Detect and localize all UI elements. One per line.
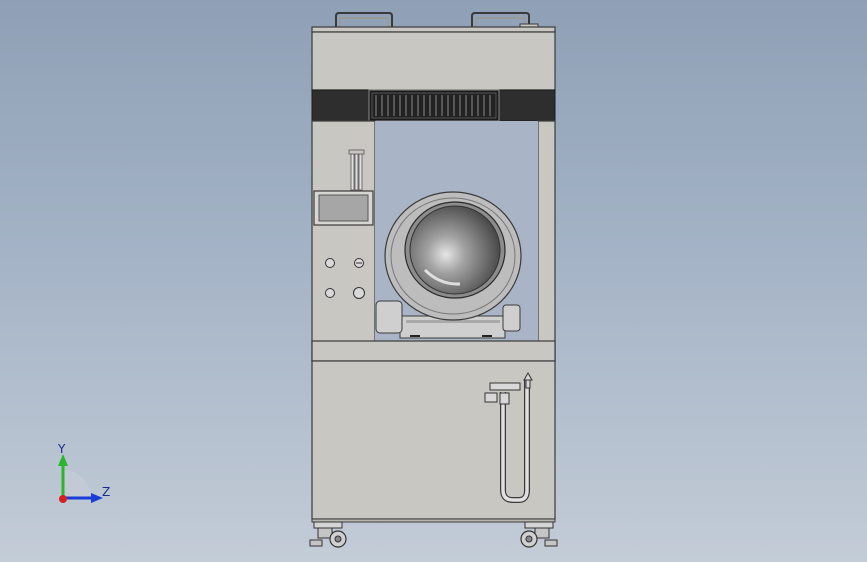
thermometer-probes (348, 149, 365, 191)
cad-viewport[interactable]: Y Z (0, 0, 867, 562)
mid-ledge (311, 340, 556, 362)
control-column (311, 120, 376, 362)
knob-top-right[interactable] (354, 258, 364, 268)
display-screen[interactable] (313, 190, 374, 226)
base-plate (311, 518, 556, 523)
cooking-machine-model[interactable] (0, 0, 867, 562)
upper-housing (311, 31, 556, 91)
knob-bottom-right[interactable] (353, 287, 365, 299)
z-axis-label: Z (102, 485, 111, 499)
exhaust-vent (368, 89, 500, 122)
caster-right (520, 521, 558, 548)
top-cap (311, 26, 556, 33)
knob-bottom-left[interactable] (325, 288, 335, 298)
knob-top-left[interactable] (325, 258, 335, 268)
y-axis-label: Y (58, 442, 66, 456)
caster-left (309, 521, 347, 548)
top-handle-left (335, 12, 393, 28)
axis-triad (58, 454, 103, 503)
right-post (537, 120, 556, 362)
x-axis-dot (59, 495, 67, 503)
